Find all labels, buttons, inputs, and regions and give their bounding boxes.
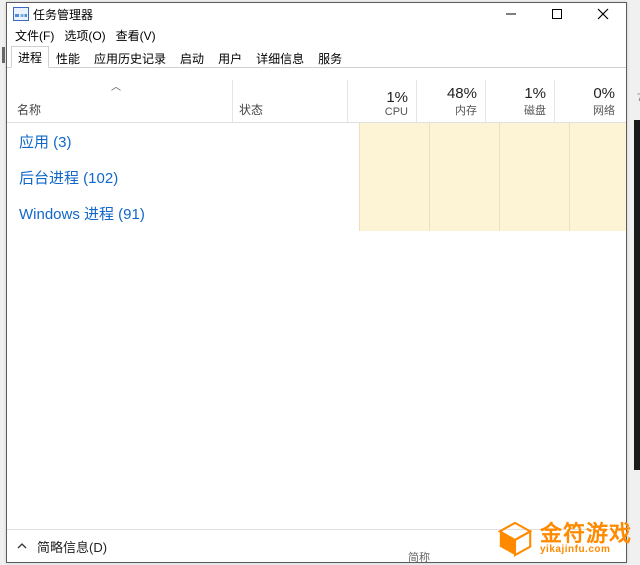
network-label: 网络 (593, 102, 615, 118)
menu-options[interactable]: 选项(O) (64, 27, 105, 44)
tab-users[interactable]: 用户 (211, 47, 249, 68)
fewer-details-button[interactable] (15, 539, 29, 553)
title-controls (488, 3, 626, 25)
disk-label: 磁盘 (524, 102, 546, 118)
group-background-status (244, 159, 359, 195)
tab-startup[interactable]: 启动 (173, 47, 211, 68)
group-apps-status (244, 123, 359, 159)
memory-usage-value: 48% (447, 85, 477, 102)
column-memory[interactable]: 48% 内存 (416, 80, 485, 122)
maximize-button[interactable] (534, 3, 580, 25)
group-apps-memory (429, 123, 499, 159)
group-apps-cpu (359, 123, 429, 159)
group-background-network (569, 159, 626, 195)
group-windows-label: Windows 进程 (91) (7, 195, 244, 231)
group-background[interactable]: 后台进程 (102) (7, 159, 626, 195)
group-windows-disk (499, 195, 569, 231)
network-usage-value: 0% (593, 85, 615, 102)
chevron-up-icon (16, 540, 28, 552)
column-disk[interactable]: 1% 磁盘 (485, 80, 554, 122)
under-caption: 简称 (408, 549, 430, 565)
titlebar[interactable]: 任务管理器 (7, 3, 626, 25)
footer: 简略信息(D) (7, 529, 626, 562)
group-windows-status (244, 195, 359, 231)
column-status[interactable]: 状态 (232, 80, 347, 122)
background: 7 任务管理器 文件(F) 选项(O) 查看(V) (0, 0, 640, 565)
memory-label: 内存 (455, 102, 477, 118)
group-background-label: 后台进程 (102) (7, 159, 244, 195)
tab-processes[interactable]: 进程 (11, 46, 49, 68)
group-apps-network (569, 123, 626, 159)
tab-details[interactable]: 详细信息 (249, 47, 311, 68)
tab-apphistory[interactable]: 应用历史记录 (87, 47, 173, 68)
group-background-disk (499, 159, 569, 195)
group-windows-memory (429, 195, 499, 231)
cpu-label: CPU (385, 106, 408, 118)
cpu-usage-value: 1% (386, 89, 408, 106)
menubar: 文件(F) 选项(O) 查看(V) (7, 25, 626, 45)
group-background-cpu (359, 159, 429, 195)
column-name[interactable]: ︿ 名称 (7, 80, 232, 122)
minimize-button[interactable] (488, 3, 534, 25)
task-manager-window: 任务管理器 文件(F) 选项(O) 查看(V) 进程 (6, 2, 627, 563)
menu-file[interactable]: 文件(F) (15, 27, 54, 44)
task-manager-icon (13, 7, 29, 21)
group-apps-disk (499, 123, 569, 159)
group-apps[interactable]: 应用 (3) (7, 123, 626, 159)
bg-dark (634, 120, 640, 470)
disk-usage-value: 1% (524, 85, 546, 102)
column-headers: ︿ 名称 状态 1% CPU 48% 内存 1% 磁盘 0% 网络 (7, 80, 626, 123)
column-name-label: 名称 (17, 101, 232, 118)
column-status-label: 状态 (239, 101, 347, 118)
group-background-memory (429, 159, 499, 195)
tab-performance[interactable]: 性能 (49, 47, 87, 68)
group-windows[interactable]: Windows 进程 (91) (7, 195, 626, 231)
group-windows-cpu (359, 195, 429, 231)
fewer-details-label[interactable]: 简略信息(D) (37, 537, 107, 556)
column-network[interactable]: 0% 网络 (554, 80, 623, 122)
close-button[interactable] (580, 3, 626, 25)
tab-services[interactable]: 服务 (311, 47, 349, 68)
group-apps-label: 应用 (3) (7, 123, 244, 159)
menu-view[interactable]: 查看(V) (116, 27, 156, 44)
sort-indicator-icon: ︿ (111, 78, 121, 93)
column-cpu[interactable]: 1% CPU (347, 80, 416, 122)
left-edge-marker (2, 47, 5, 63)
process-list[interactable]: 应用 (3) 后台进程 (102) Windows 进程 (91) (7, 123, 626, 529)
tabbar: 进程 性能 应用历史记录 启动 用户 详细信息 服务 (7, 45, 626, 68)
group-windows-network (569, 195, 626, 231)
window-title: 任务管理器 (33, 6, 93, 23)
